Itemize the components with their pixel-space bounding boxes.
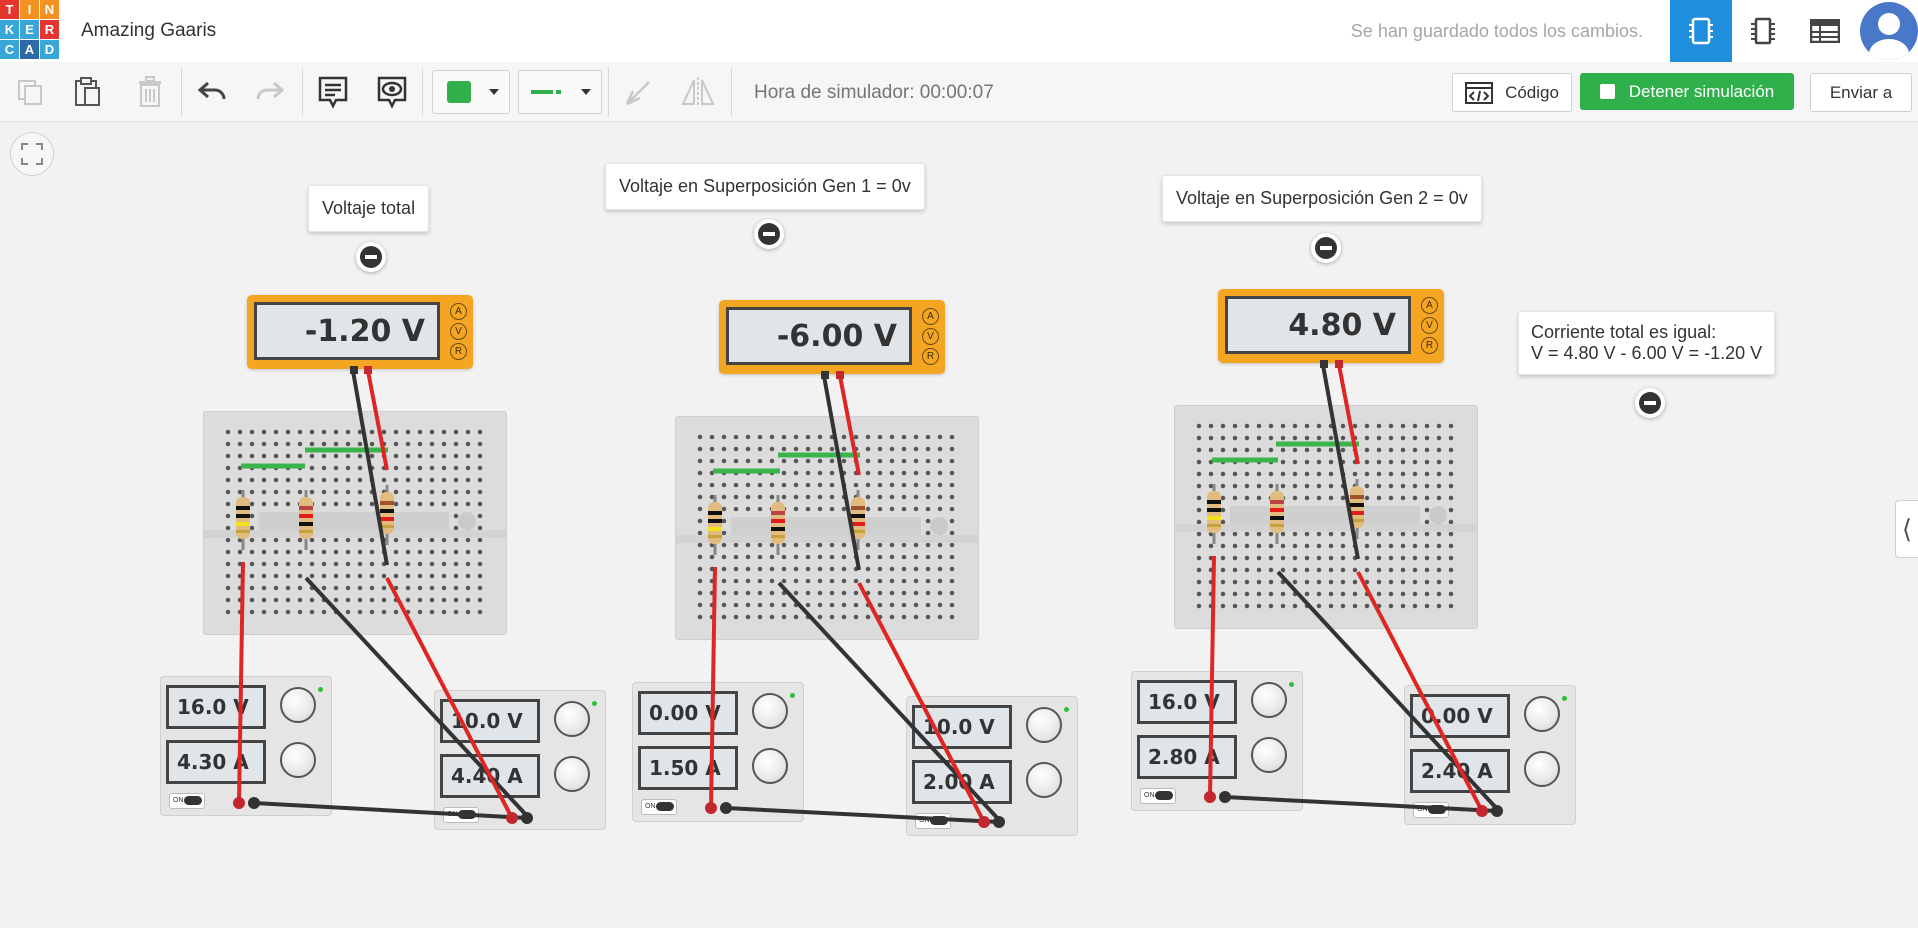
supply-wire-black[interactable]: [1276, 570, 1501, 813]
probe-wire-black[interactable]: [1321, 364, 1360, 560]
ground-wire[interactable]: [1224, 795, 1498, 813]
probe-wire-black[interactable]: [822, 375, 861, 571]
probe-wire-red[interactable]: [1337, 364, 1360, 465]
resistor[interactable]: [1270, 484, 1284, 544]
probe-wire-red[interactable]: [838, 375, 861, 476]
resistor[interactable]: [771, 495, 785, 555]
resistor[interactable]: [299, 490, 313, 550]
supply-wire-red[interactable]: [1208, 555, 1216, 798]
ground-wire[interactable]: [725, 806, 1000, 824]
supply-wire-black[interactable]: [777, 581, 1003, 824]
probe-wire-black[interactable]: [351, 370, 389, 566]
probe-wire-red[interactable]: [366, 370, 389, 471]
supply-wire-red[interactable]: [385, 577, 514, 819]
supply-wire-red[interactable]: [709, 566, 717, 809]
circuit-2-wiring: [705, 371, 1005, 828]
circuit-wires: [233, 360, 1503, 828]
supply-wire-red[interactable]: [857, 582, 986, 823]
resistor[interactable]: [708, 495, 722, 555]
supply-wire-red[interactable]: [237, 561, 245, 804]
resistor[interactable]: [1207, 484, 1221, 544]
resistor[interactable]: [236, 490, 250, 550]
circuit-1-wiring: [233, 366, 533, 824]
ground-wire[interactable]: [253, 801, 528, 820]
supply-wire-red[interactable]: [1356, 571, 1484, 812]
circuit-3-wiring: [1204, 360, 1503, 817]
side-panel-toggle[interactable]: ⟨: [1895, 500, 1918, 558]
supply-wire-black[interactable]: [304, 576, 531, 820]
